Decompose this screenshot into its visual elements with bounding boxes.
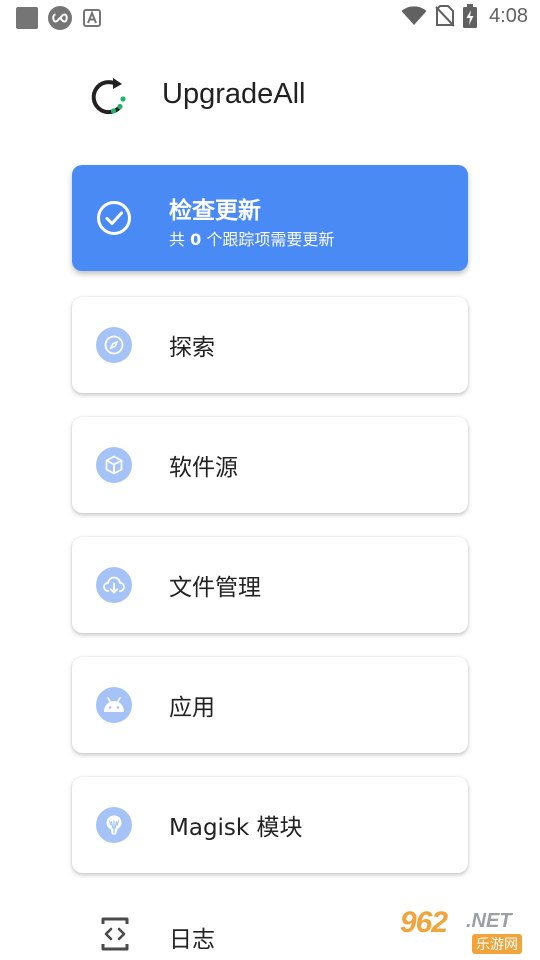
compass-icon bbox=[96, 327, 132, 363]
file-manager-card[interactable]: 文件管理 bbox=[72, 537, 468, 633]
watermark-number: 962 bbox=[400, 906, 448, 939]
sources-card[interactable]: 软件源 bbox=[72, 417, 468, 513]
discover-label: 探索 bbox=[169, 335, 215, 361]
status-bar-system: 4:08 bbox=[401, 4, 528, 28]
update-count: 0 bbox=[190, 230, 202, 249]
magisk-card[interactable]: Magisk 模块 bbox=[72, 777, 468, 873]
watermark-cn: 乐游网 bbox=[472, 934, 522, 954]
wifi-icon bbox=[401, 6, 427, 25]
status-time: 4:08 bbox=[489, 4, 528, 27]
check-updates-card[interactable]: 检查更新 共 0 个跟踪项需要更新 bbox=[72, 165, 468, 271]
watermark-suffix: .NET bbox=[466, 910, 512, 932]
magisk-label: Magisk 模块 bbox=[169, 815, 303, 841]
check-updates-subtitle: 共 0 个跟踪项需要更新 bbox=[169, 226, 334, 250]
app-title: UpgradeAll bbox=[162, 78, 306, 110]
subtitle-suffix: 个跟踪项需要更新 bbox=[201, 230, 335, 249]
apps-card[interactable]: 应用 bbox=[72, 657, 468, 753]
infinity-app-icon bbox=[48, 6, 72, 30]
check-circle-icon bbox=[97, 201, 131, 235]
app-header: UpgradeAll bbox=[86, 74, 305, 120]
cloud-download-icon bbox=[96, 567, 132, 603]
status-bar-notifications bbox=[16, 6, 102, 30]
discover-card[interactable]: 探索 bbox=[72, 297, 468, 393]
square-notification-icon bbox=[16, 7, 38, 29]
refresh-progress-icon bbox=[91, 78, 126, 115]
no-sim-icon bbox=[435, 5, 455, 27]
android-icon bbox=[96, 687, 132, 723]
check-updates-title: 检查更新 bbox=[169, 198, 261, 224]
subtitle-prefix: 共 bbox=[169, 230, 191, 249]
sources-label: 软件源 bbox=[169, 455, 238, 481]
apps-label: 应用 bbox=[169, 695, 215, 721]
code-phone-icon bbox=[101, 917, 129, 951]
site-watermark: 962 .NET 乐游网 bbox=[400, 904, 532, 954]
log-label: 日志 bbox=[169, 927, 215, 953]
a-font-icon bbox=[82, 8, 102, 28]
battery-charging-icon bbox=[463, 4, 478, 28]
status-bar: 4:08 bbox=[0, 0, 540, 36]
cube-icon bbox=[96, 447, 132, 483]
magisk-icon bbox=[96, 807, 132, 843]
file-manager-label: 文件管理 bbox=[169, 575, 261, 601]
